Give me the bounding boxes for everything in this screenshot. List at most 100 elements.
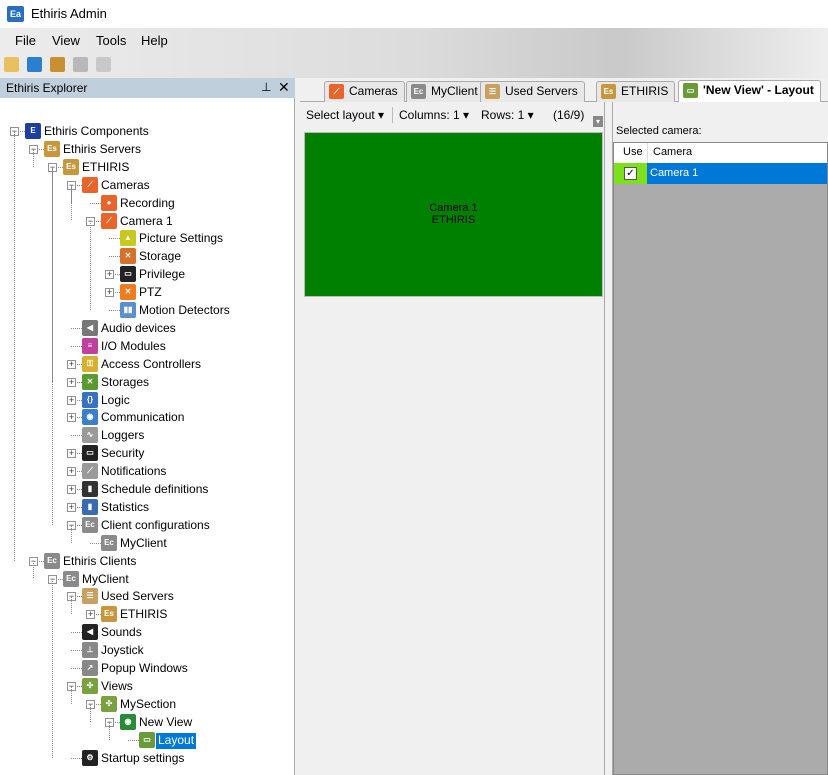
statistics-icon: ▮ xyxy=(82,498,98,515)
server-icon: Es xyxy=(101,606,117,623)
tree-item[interactable]: + ✕ Storages xyxy=(0,373,290,391)
tree-item[interactable]: ✕ Storage xyxy=(0,247,290,265)
tree-item[interactable]: − E Ethiris Components xyxy=(0,122,290,140)
expand-icon[interactable]: + xyxy=(67,502,76,512)
tree-item[interactable]: + ⚿ Access Controllers xyxy=(0,355,290,373)
menu-tools[interactable]: Tools xyxy=(96,33,126,48)
tree-item[interactable]: + ▭ Privilege xyxy=(0,265,290,283)
tree-item[interactable]: − Ec MyClient xyxy=(0,570,290,588)
open-icon[interactable] xyxy=(50,57,65,72)
tree-item[interactable]: − ✣ Views xyxy=(0,677,290,695)
menu-file[interactable]: File xyxy=(15,33,36,48)
tree-item[interactable]: − ✣ MySection xyxy=(0,695,290,713)
tab-new-view-layout[interactable]: ▭ 'New View' - Layout xyxy=(678,80,821,102)
layout-icon: ▭ xyxy=(683,83,698,98)
save-icon[interactable] xyxy=(73,57,88,72)
tree-item-label: Popup Windows xyxy=(101,661,188,675)
columns-dropdown[interactable]: Columns: 1 ▾ xyxy=(399,108,469,122)
expand-icon[interactable]: + xyxy=(67,377,76,387)
tree-item[interactable]: + ⟋ Notifications xyxy=(0,462,290,480)
servers-icon: Es xyxy=(44,140,60,157)
tree-item-label: Storage xyxy=(139,249,182,264)
camera-cell-server: ETHIRIS xyxy=(431,214,476,226)
tree-item[interactable]: − ⟋ Cameras xyxy=(0,176,290,194)
tree-item[interactable]: ▮▮ Motion Detectors xyxy=(0,301,290,319)
tree-item[interactable]: − Es ETHIRIS xyxy=(0,158,290,176)
overflow-icon[interactable]: ▾ xyxy=(593,116,603,127)
expand-icon[interactable]: + xyxy=(67,449,76,459)
speaker-icon: ◀ xyxy=(82,319,98,336)
column-use[interactable]: Use xyxy=(623,146,643,158)
expand-icon[interactable]: + xyxy=(86,610,95,620)
components-icon: E xyxy=(25,123,41,139)
tree-item[interactable]: + ✕ PTZ xyxy=(0,283,290,301)
tree-item[interactable]: ▭ Layout xyxy=(0,731,290,749)
tree-item[interactable]: − ⟋ Camera 1 xyxy=(0,212,290,230)
use-checkbox[interactable]: ✓ xyxy=(624,167,637,180)
table-row[interactable]: ✓ Camera 1 xyxy=(614,163,827,184)
tree-item[interactable]: + ◉ Communication xyxy=(0,408,290,426)
tree-item[interactable]: ◀ Audio devices xyxy=(0,319,290,337)
tree-item[interactable]: ≡ I/O Modules xyxy=(0,337,290,355)
tree-item-label: Storages xyxy=(101,374,150,389)
new-icon[interactable] xyxy=(4,57,19,72)
pin-icon[interactable]: ⊥ xyxy=(261,80,271,94)
tree-item[interactable]: ◀ Sounds xyxy=(0,623,290,641)
tree-item[interactable]: − ☰ Used Servers xyxy=(0,587,290,605)
tree-item[interactable]: ● Recording xyxy=(0,194,290,212)
tree-item[interactable]: − Ec Client configurations xyxy=(0,516,290,534)
settings-icon[interactable] xyxy=(27,57,42,72)
view-icon: ◉ xyxy=(120,713,136,730)
expand-icon[interactable]: + xyxy=(67,413,76,423)
select-layout-dropdown[interactable]: Select layout ▾ xyxy=(306,108,384,122)
tree-item-label: New View xyxy=(139,714,193,729)
tree-item[interactable]: ⊥ Joystick xyxy=(0,641,290,659)
tab-myclient[interactable]: Ec MyClient xyxy=(406,81,485,102)
io-modules-icon: ≡ xyxy=(82,337,98,354)
menu-view[interactable]: View xyxy=(52,33,80,48)
tree-item[interactable]: ∿ Loggers xyxy=(0,426,290,444)
tree-item-label: ETHIRIS xyxy=(120,607,168,622)
column-camera[interactable]: Camera xyxy=(653,146,692,158)
expand-icon[interactable]: + xyxy=(67,467,76,477)
tree-item-label: Ethiris Servers xyxy=(63,141,142,156)
expand-icon[interactable]: + xyxy=(67,485,76,494)
loggers-icon: ∿ xyxy=(82,427,98,444)
expand-icon[interactable]: + xyxy=(105,270,114,280)
tree-item[interactable]: − ◉ New View xyxy=(0,713,290,731)
tree-item[interactable]: + ▭ Security xyxy=(0,444,290,462)
tree-item[interactable]: − Ec Ethiris Clients xyxy=(0,552,290,570)
rows-dropdown[interactable]: Rows: 1 ▾ xyxy=(481,108,534,122)
tree-item[interactable]: + {} Logic xyxy=(0,391,290,409)
tree-item-label: Joystick xyxy=(101,643,144,658)
expand-icon[interactable]: + xyxy=(67,395,76,405)
tree-line xyxy=(90,220,91,310)
tab-cameras[interactable]: ⟋ Cameras xyxy=(324,81,405,102)
views-icon: ✣ xyxy=(82,677,98,694)
title-bar: Ea Ethiris Admin xyxy=(0,0,828,28)
save-all-icon[interactable] xyxy=(96,57,111,72)
camera-cell[interactable]: Camera 1 ETHIRIS xyxy=(304,132,603,297)
tab-used-servers[interactable]: ☰ Used Servers xyxy=(480,81,585,102)
aspect-ratio: (16/9) xyxy=(553,108,585,122)
tree-item[interactable]: ▲ Picture Settings xyxy=(0,229,290,247)
close-icon[interactable]: ✕ xyxy=(278,79,290,96)
section-icon: ✣ xyxy=(101,695,117,712)
tree-item-label: PTZ xyxy=(139,285,162,300)
tree-item[interactable]: − Es Ethiris Servers xyxy=(0,140,290,158)
menu-help[interactable]: Help xyxy=(141,33,168,48)
tree-item[interactable]: ⚙ Startup settings xyxy=(0,749,290,767)
tree-item[interactable]: + Es ETHIRIS xyxy=(0,605,290,623)
expand-icon[interactable]: + xyxy=(105,288,114,298)
expand-icon[interactable]: + xyxy=(67,359,76,369)
tree-item[interactable]: + ▮ Statistics xyxy=(0,498,290,516)
window-title: Ethiris Admin xyxy=(31,6,107,21)
tree-item[interactable]: Ec MyClient xyxy=(0,534,290,552)
tree-line xyxy=(14,131,15,561)
tab-ethiris[interactable]: Es ETHIRIS xyxy=(596,81,676,102)
tree-item-label: Ethiris Components xyxy=(44,124,149,138)
tree-item-label: Ethiris Clients xyxy=(63,553,137,568)
tree-item[interactable]: ↗ Popup Windows xyxy=(0,659,290,677)
tree-item[interactable]: + ▮ Schedule definitions xyxy=(0,480,290,498)
tree-item-label: Communication xyxy=(101,410,185,425)
